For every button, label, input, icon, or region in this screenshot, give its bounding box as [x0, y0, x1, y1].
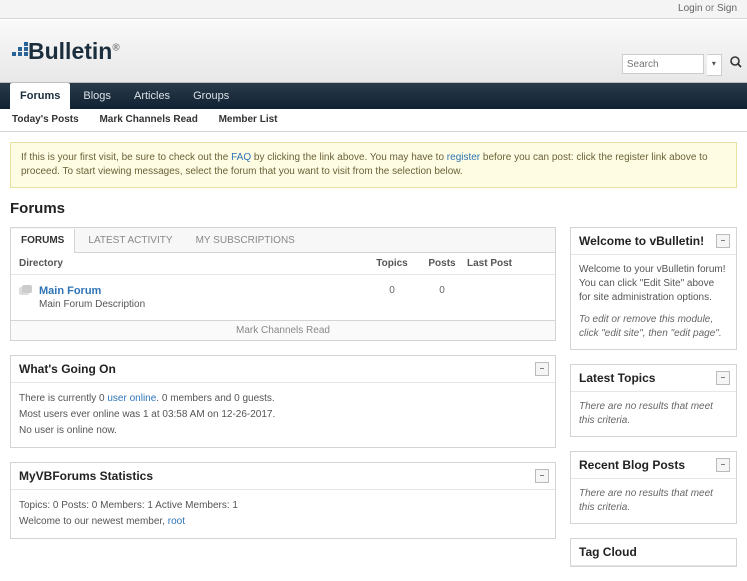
search-dropdown[interactable]: ▾ [707, 54, 722, 76]
block-title: MyVBForums Statistics [19, 469, 153, 483]
main-nav: Forums Blogs Articles Groups [0, 83, 747, 109]
welcome-block: Welcome to vBulletin! – Welcome to your … [570, 227, 737, 350]
search-icon[interactable] [729, 54, 743, 74]
col-topics: Topics [367, 258, 417, 269]
top-or: or [705, 3, 714, 14]
block-title: Latest Topics [579, 371, 655, 385]
wgo-line: Most users ever online was 1 at 03:58 AM… [19, 407, 547, 423]
collapse-icon[interactable]: – [716, 234, 730, 248]
forum-row: Main Forum Main Forum Description 0 0 [11, 275, 555, 320]
nav-blogs[interactable]: Blogs [73, 83, 121, 109]
col-posts: Posts [417, 258, 467, 269]
welcome-text: Welcome to your vBulletin forum! You can… [579, 263, 728, 305]
site-logo[interactable]: Bulletin® [12, 38, 120, 65]
login-link[interactable]: Login [678, 3, 702, 14]
page-title: Forums [10, 200, 737, 217]
subnav-todays-posts[interactable]: Today's Posts [12, 114, 79, 125]
collapse-icon[interactable]: – [716, 371, 730, 385]
mark-channels-read-button[interactable]: Mark Channels Read [10, 321, 556, 341]
logo-text: Bulletin [28, 38, 112, 64]
nav-forums[interactable]: Forums [10, 83, 70, 109]
stats-line: Welcome to our newest member, [19, 516, 168, 527]
sub-nav: Today's Posts Mark Channels Read Member … [0, 109, 747, 132]
forum-topics-count: 0 [367, 285, 417, 310]
signup-link[interactable]: Sign [717, 3, 737, 14]
tab-my-subscriptions[interactable]: MY SUBSCRIPTIONS [186, 229, 305, 253]
forum-list-header: Directory Topics Posts Last Post [11, 253, 555, 275]
top-strip: Login or Sign [0, 0, 747, 19]
side-column: Welcome to vBulletin! – Welcome to your … [570, 227, 737, 581]
tab-latest-activity[interactable]: LATEST ACTIVITY [78, 229, 182, 253]
forum-last-post [467, 285, 547, 310]
tag-cloud-block: Tag Cloud [570, 538, 737, 567]
header: Bulletin® ▾ [0, 19, 747, 83]
wgo-line: There is currently 0 [19, 393, 107, 404]
nav-groups[interactable]: Groups [183, 83, 239, 109]
block-title: Recent Blog Posts [579, 458, 685, 472]
forum-list: Directory Topics Posts Last Post Main Fo… [10, 252, 556, 321]
collapse-icon[interactable]: – [535, 362, 549, 376]
block-title: Welcome to vBulletin! [579, 234, 704, 248]
newest-member-link[interactable]: root [168, 516, 185, 527]
subnav-mark-read[interactable]: Mark Channels Read [99, 114, 197, 125]
forum-link[interactable]: Main Forum [39, 285, 101, 297]
forum-posts-count: 0 [417, 285, 467, 310]
col-directory: Directory [19, 258, 367, 269]
col-last-post: Last Post [467, 258, 547, 269]
empty-message: There are no results that meet this crit… [579, 401, 713, 426]
latest-topics-block: Latest Topics – There are no results tha… [570, 364, 737, 437]
forum-description: Main Forum Description [39, 299, 367, 310]
main-column: FORUMS LATEST ACTIVITY MY SUBSCRIPTIONS … [10, 227, 556, 581]
collapse-icon[interactable]: – [535, 469, 549, 483]
block-title: Tag Cloud [579, 545, 637, 559]
subnav-member-list[interactable]: Member List [219, 114, 278, 125]
notice-text: If this is your first visit, be sure to … [21, 152, 231, 163]
recent-blog-posts-block: Recent Blog Posts – There are no results… [570, 451, 737, 524]
collapse-icon[interactable]: – [716, 458, 730, 472]
search-box: ▾ [622, 54, 743, 76]
empty-message: There are no results that meet this crit… [579, 488, 713, 513]
stats-line: Topics: 0 Posts: 0 Members: 1 Active Mem… [19, 498, 547, 514]
wgo-line: No user is online now. [19, 423, 547, 439]
faq-link[interactable]: FAQ [231, 152, 251, 163]
register-link[interactable]: register [447, 152, 480, 163]
nav-articles[interactable]: Articles [124, 83, 180, 109]
wgo-line: . 0 members and 0 guests. [156, 393, 274, 404]
welcome-hint: To edit or remove this module, click "ed… [579, 314, 722, 339]
first-visit-notice: If this is your first visit, be sure to … [10, 142, 737, 188]
logo-reg: ® [112, 42, 119, 53]
notice-text: by clicking the link above. You may have… [251, 152, 447, 163]
forum-status-icon [19, 285, 39, 310]
search-input[interactable] [622, 54, 704, 74]
content: If this is your first visit, be sure to … [0, 132, 747, 581]
block-title: What's Going On [19, 362, 116, 376]
users-online-link[interactable]: user online [107, 393, 156, 404]
statistics-block: MyVBForums Statistics – Topics: 0 Posts:… [10, 462, 556, 539]
tab-forums[interactable]: FORUMS [11, 229, 75, 253]
whats-going-on-block: What's Going On – There is currently 0 u… [10, 355, 556, 448]
forum-tabs: FORUMS LATEST ACTIVITY MY SUBSCRIPTIONS [10, 227, 556, 252]
